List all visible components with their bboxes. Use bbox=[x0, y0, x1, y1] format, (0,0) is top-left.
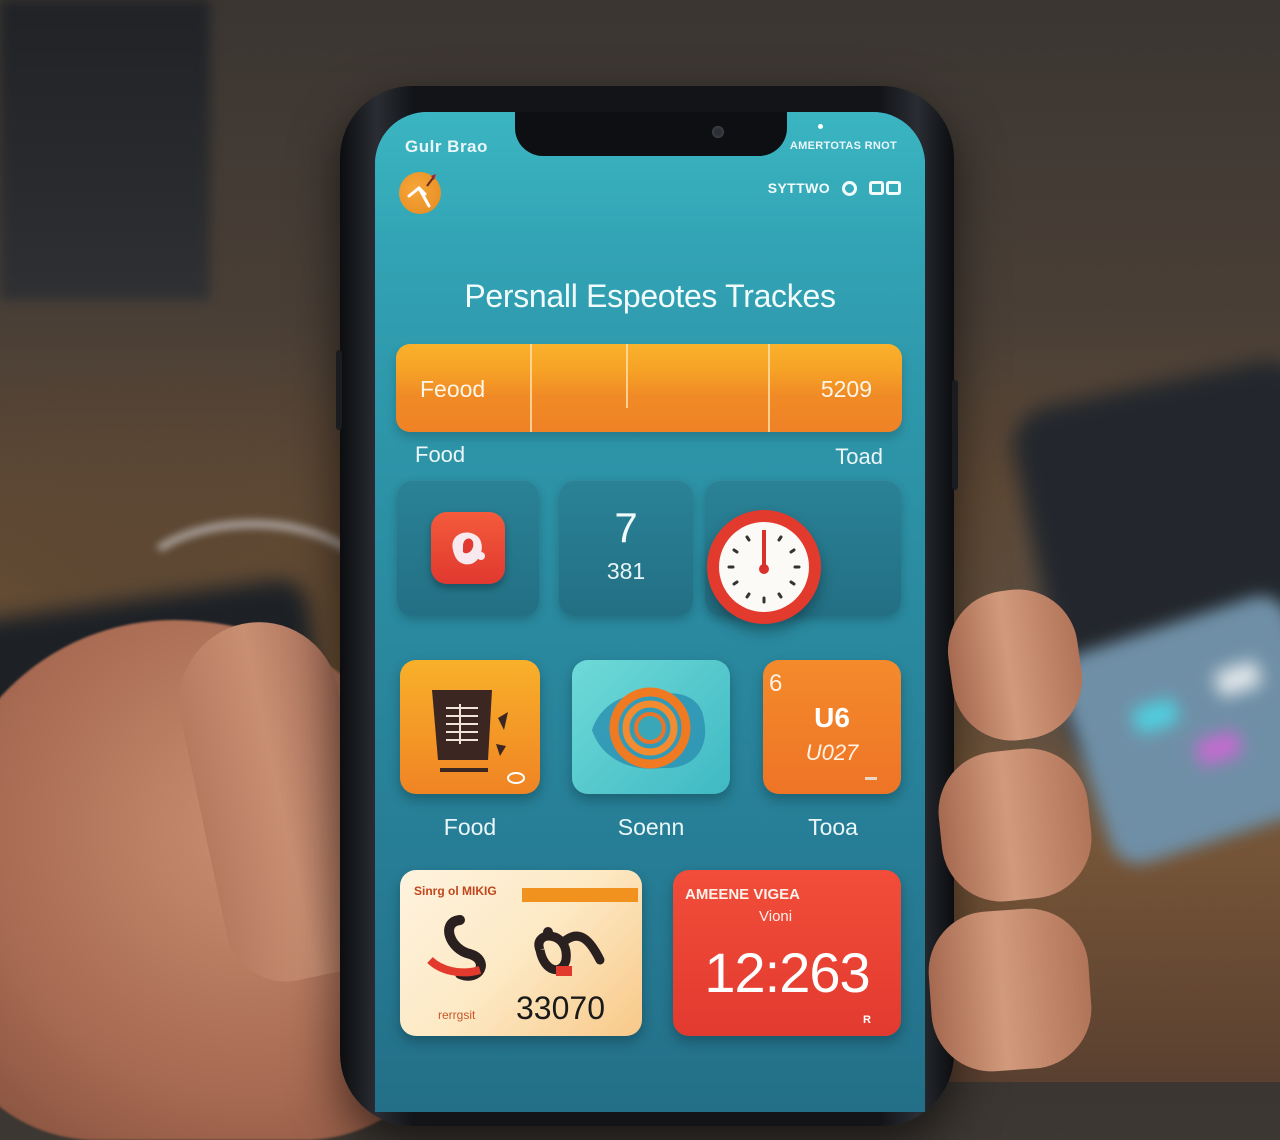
summary-bar-divider bbox=[530, 344, 532, 432]
summary-bar-value: 5209 bbox=[820, 376, 872, 402]
card-timer-mini: R bbox=[863, 1014, 871, 1026]
phone-volume-button bbox=[336, 350, 342, 430]
app-tooa-line1: U6 bbox=[814, 702, 850, 733]
background-key bbox=[1193, 729, 1244, 768]
card-savings-value: 33070 bbox=[516, 990, 605, 1026]
cards-icon[interactable] bbox=[869, 181, 901, 195]
card-timer-subheader: Vioni bbox=[759, 908, 793, 925]
app-food[interactable] bbox=[400, 660, 540, 794]
status-bar-left-text: Gulr Brao bbox=[405, 137, 488, 156]
illustration-icon bbox=[427, 915, 605, 981]
summary-bar-label: Feood bbox=[420, 376, 486, 402]
phone-power-button bbox=[952, 380, 958, 490]
card-savings-header: Sinrg ol MIKIG bbox=[414, 884, 497, 898]
receipt-basket-icon bbox=[432, 690, 525, 784]
app-tooa-line2: U027 bbox=[805, 740, 859, 765]
summary-bar-divider bbox=[768, 344, 770, 432]
counter-value: 7 bbox=[614, 504, 638, 551]
page-title: Persnall Espeotes Trackes bbox=[464, 278, 836, 314]
summary-bar[interactable]: Feood 5209 bbox=[396, 344, 902, 432]
card-savings-label: rerrgsit bbox=[438, 1008, 476, 1022]
front-camera bbox=[712, 126, 724, 138]
status-indicator-dot bbox=[818, 124, 823, 129]
logo-badge-icon[interactable] bbox=[399, 172, 441, 214]
calendar-stat-icon bbox=[865, 777, 877, 780]
app-soenn[interactable] bbox=[572, 660, 730, 794]
red-app-icon[interactable] bbox=[431, 512, 505, 584]
spiral-icon bbox=[592, 687, 706, 769]
card-savings[interactable]: Sinrg ol MIKIG rerrgsit 33070 bbox=[400, 870, 642, 1036]
clock-icon[interactable] bbox=[707, 510, 821, 624]
phone-screen: Gulr Brao AMERTOTAS RNOT SYTTWO Persnall… bbox=[375, 112, 925, 1112]
app-soenn-label: Soenn bbox=[617, 814, 685, 840]
summary-bar-divider bbox=[626, 344, 628, 408]
app-tooa-corner-text: 6 bbox=[769, 670, 783, 697]
hand-fingers bbox=[924, 580, 1140, 1100]
card-timer-header: AMEENE VIGEA bbox=[685, 886, 801, 903]
background-monitor bbox=[0, 0, 210, 300]
summary-caption-right: Toad bbox=[835, 444, 883, 469]
card-savings-header-bar bbox=[522, 888, 638, 902]
app-tooa-label: Tooa bbox=[808, 814, 858, 840]
summary-caption-left: Food bbox=[415, 442, 466, 467]
app-tooa[interactable]: 6 U6 U027 bbox=[763, 660, 901, 794]
circle-toggle-icon[interactable] bbox=[842, 180, 857, 196]
header-menu-label[interactable]: SYTTWO bbox=[768, 180, 830, 196]
app-food-label: Food bbox=[443, 814, 497, 840]
background-key bbox=[1213, 659, 1263, 698]
phone-notch bbox=[515, 112, 787, 156]
header-menu: SYTTWO bbox=[768, 180, 901, 196]
card-timer-value: 12:263 bbox=[704, 941, 870, 1004]
card-timer[interactable]: AMEENE VIGEA Vioni 12:263 R bbox=[673, 870, 901, 1036]
counter-subvalue: 381 bbox=[606, 558, 646, 584]
status-bar-right-text: AMERTOTAS RNOT bbox=[789, 140, 897, 152]
